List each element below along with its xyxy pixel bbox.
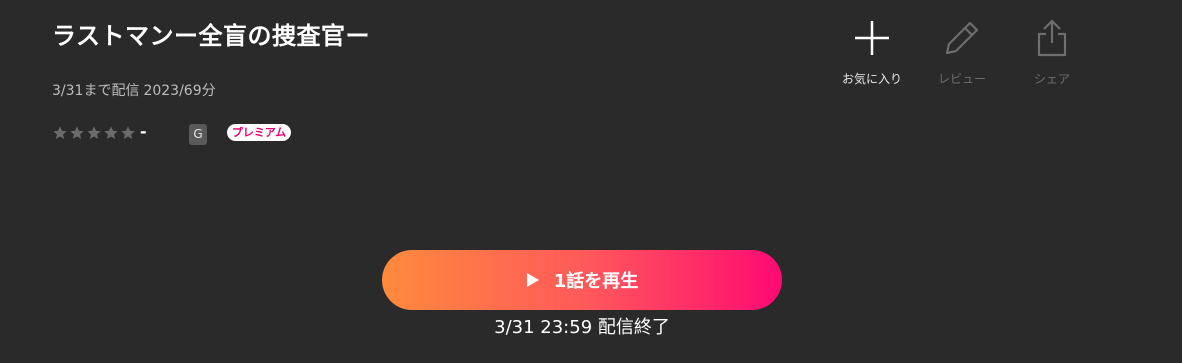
review-label: レビュー <box>937 72 986 86</box>
share-icon <box>1012 16 1092 60</box>
content-meta: 3/31まで配信 2023/69分 <box>52 80 216 100</box>
star-icon <box>86 125 102 141</box>
premium-badge: プレミアム <box>227 124 291 141</box>
distribution-end-notice: 3/31 23:59 配信終了 <box>494 317 670 338</box>
rating-stars <box>52 125 136 141</box>
review-button[interactable]: レビュー <box>922 16 1002 87</box>
share-button[interactable]: シェア <box>1012 16 1092 87</box>
star-icon <box>103 125 119 141</box>
rating: - <box>52 121 147 145</box>
year-duration-text: 2023/69分 <box>143 83 216 99</box>
plus-icon <box>832 16 912 60</box>
play-button-label: 1話を再生 <box>553 271 639 292</box>
favorite-label: お気に入り <box>841 72 902 86</box>
star-icon <box>120 125 136 141</box>
availability-text: 3/31まで配信 <box>52 83 140 99</box>
play-episode-button[interactable]: 1話を再生 <box>382 250 782 310</box>
pencil-icon <box>922 16 1002 60</box>
age-rating-badge: G <box>189 124 207 145</box>
share-label: シェア <box>1033 72 1070 86</box>
star-icon <box>69 125 85 141</box>
star-icon <box>52 125 68 141</box>
rating-value: - <box>140 121 147 141</box>
play-icon <box>526 272 540 288</box>
page-title: ラストマンー全盲の捜査官ー <box>52 22 371 50</box>
favorite-button[interactable]: お気に入り <box>832 16 912 87</box>
